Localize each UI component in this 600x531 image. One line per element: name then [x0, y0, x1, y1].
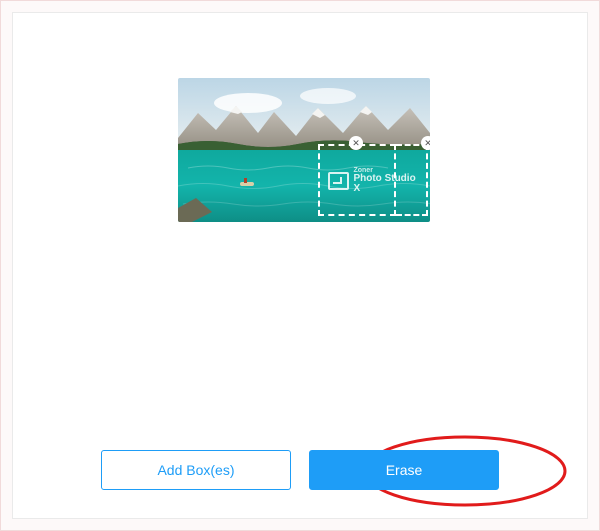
app-frame: Zoner Photo Studio X ✕ ✕ Ad — [0, 0, 600, 531]
close-icon: ✕ — [352, 139, 360, 148]
close-icon: ✕ — [424, 139, 430, 148]
editor-panel: Zoner Photo Studio X ✕ ✕ Ad — [12, 12, 588, 519]
erase-button[interactable]: Erase — [309, 450, 499, 490]
selection-close-handle-2[interactable]: ✕ — [421, 136, 430, 150]
add-box-label: Add Box(es) — [157, 462, 234, 478]
erase-label: Erase — [386, 462, 423, 478]
image-canvas[interactable]: Zoner Photo Studio X ✕ ✕ — [178, 78, 430, 222]
add-box-button[interactable]: Add Box(es) — [101, 450, 291, 490]
selection-box-2[interactable] — [396, 144, 428, 216]
selection-box-1[interactable] — [318, 144, 396, 216]
action-bar: Add Box(es) Erase — [13, 450, 587, 490]
selection-close-handle-1[interactable]: ✕ — [349, 136, 363, 150]
